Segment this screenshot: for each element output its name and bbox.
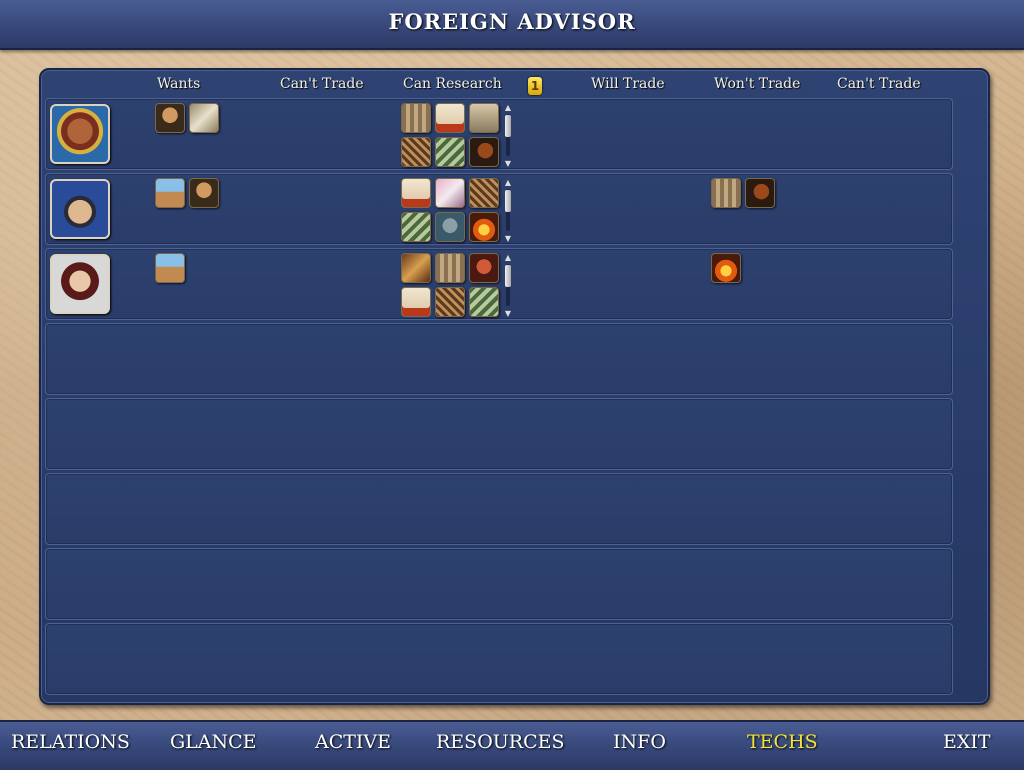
col-header-wants: Wants [157, 76, 201, 92]
currency-tech-icon[interactable] [435, 137, 465, 167]
bronze-working-tech-icon[interactable] [469, 212, 499, 242]
code-of-laws-tech-icon[interactable] [435, 253, 465, 283]
philosophy-tech-icon[interactable] [189, 178, 219, 208]
col-header-can-research: Can Research [403, 76, 502, 92]
monotheism-tech-icon[interactable] [435, 212, 465, 242]
gold-icon: 1 [528, 77, 542, 95]
scroll-thumb[interactable] [505, 115, 511, 137]
nav-relations-button[interactable]: RELATIONS [11, 731, 130, 753]
masonry-tech-icon[interactable] [155, 253, 185, 283]
nav-resources-button[interactable]: RESOURCES [436, 731, 565, 753]
scroll-down-arrow[interactable]: ▼ [504, 309, 512, 318]
scrollbar[interactable]: ▲ ▼ [504, 178, 512, 243]
warrior-code-tech-icon[interactable] [469, 253, 499, 283]
empty-row [45, 548, 953, 620]
title-bar: FOREIGN ADVISOR [0, 0, 1024, 50]
col-header-will-trade: Will Trade [591, 76, 665, 92]
mathematics-tech-icon[interactable] [435, 287, 465, 317]
scroll-up-arrow[interactable]: ▲ [504, 178, 512, 187]
code-of-laws-tech-icon[interactable] [401, 103, 431, 133]
aztec-leader-portrait[interactable] [50, 104, 110, 164]
scroll-up-arrow[interactable]: ▲ [504, 253, 512, 262]
scroll-down-arrow[interactable]: ▼ [504, 159, 512, 168]
nav-techs-button[interactable]: TECHS [747, 731, 818, 753]
literacy-tech-icon[interactable] [435, 103, 465, 133]
scroll-thumb[interactable] [505, 190, 511, 212]
mathematics-tech-icon[interactable] [401, 137, 431, 167]
scroll-thumb[interactable] [505, 265, 511, 287]
horseback-riding-tech-icon[interactable] [469, 137, 499, 167]
empty-row [45, 623, 953, 695]
currency-tech-icon[interactable] [401, 212, 431, 242]
writing-tech-icon[interactable] [189, 103, 219, 133]
col-header-cant-trade: Can't Trade [280, 76, 364, 92]
philosophy-tech-icon[interactable] [435, 178, 465, 208]
empty-row [45, 323, 953, 395]
col-header-wont-trade: Won't Trade [714, 76, 801, 92]
bronze-working-tech-icon[interactable] [711, 253, 741, 283]
writing-tech-icon[interactable] [401, 253, 431, 283]
mongol-leader-portrait[interactable] [50, 179, 110, 239]
literacy-tech-icon[interactable] [401, 287, 431, 317]
code-of-laws-tech-icon[interactable] [711, 178, 741, 208]
philosophy-tech-icon[interactable] [155, 103, 185, 133]
currency-tech-icon[interactable] [469, 287, 499, 317]
scroll-up-arrow[interactable]: ▲ [504, 103, 512, 112]
nav-exit-button[interactable]: EXIT [943, 731, 991, 753]
mythology-tech-icon[interactable] [469, 103, 499, 133]
european-leader-portrait[interactable] [50, 254, 110, 314]
horseback-riding-tech-icon[interactable] [745, 178, 775, 208]
nav-active-button[interactable]: ACTIVE [315, 731, 391, 753]
nav-glance-button[interactable]: GLANCE [170, 731, 257, 753]
window-title: FOREIGN ADVISOR [388, 9, 636, 34]
masonry-tech-icon[interactable] [155, 178, 185, 208]
literacy-tech-icon[interactable] [401, 178, 431, 208]
col-header-cant-trade-right: Can't Trade [837, 76, 921, 92]
mathematics-tech-icon[interactable] [469, 178, 499, 208]
empty-row [45, 473, 953, 545]
scroll-down-arrow[interactable]: ▼ [504, 234, 512, 243]
empty-row [45, 398, 953, 470]
scrollbar[interactable]: ▲ ▼ [504, 253, 512, 318]
scrollbar[interactable]: ▲ ▼ [504, 103, 512, 168]
nav-info-button[interactable]: INFO [613, 731, 666, 753]
